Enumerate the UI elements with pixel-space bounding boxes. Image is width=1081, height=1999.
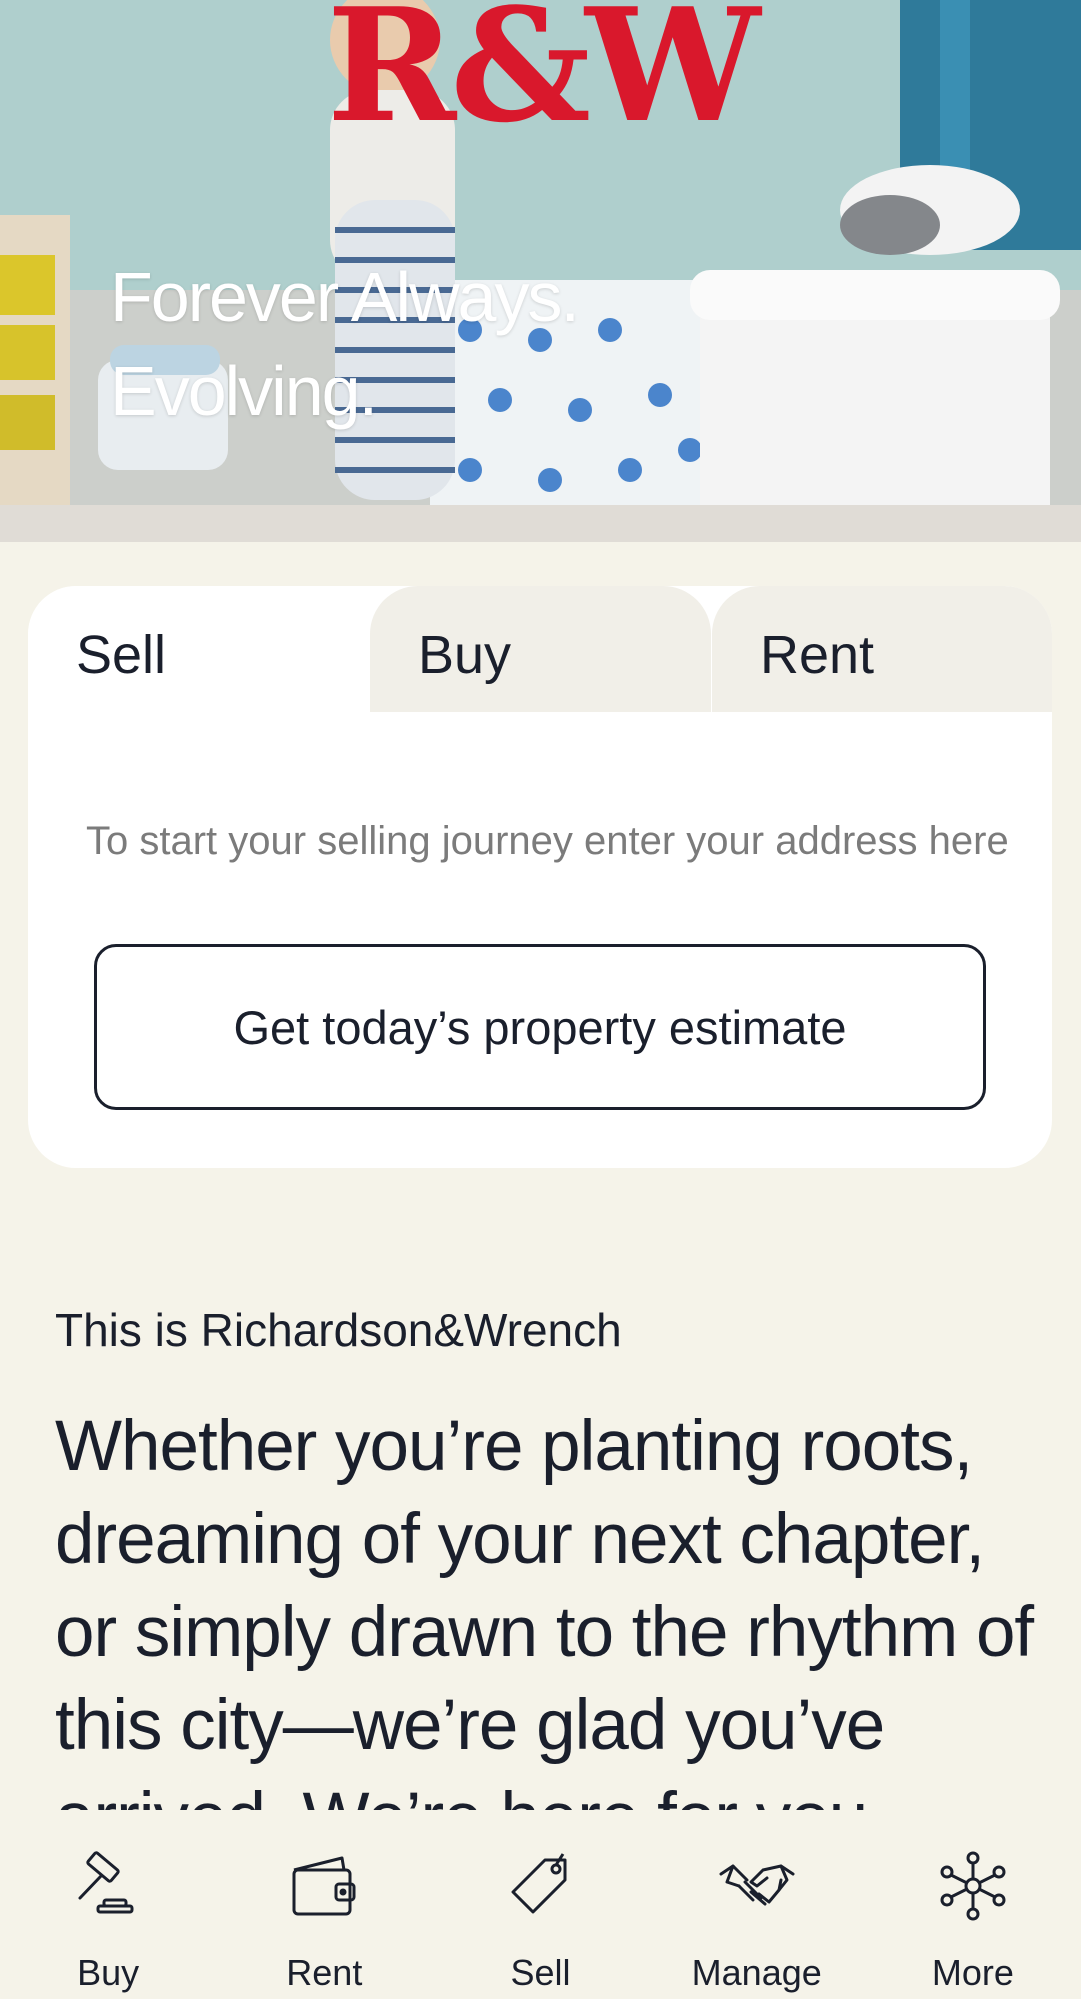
search-tabs: Sell Buy Rent bbox=[28, 586, 1052, 712]
nav-label-sell: Sell bbox=[510, 1952, 571, 1993]
property-search-card: Sell Buy Rent Get today’s property estim… bbox=[28, 586, 1052, 1168]
tagline-line-2: Evolving. bbox=[110, 352, 378, 430]
tab-sell[interactable]: Sell bbox=[28, 586, 369, 712]
nav-item-manage[interactable]: Manage bbox=[649, 1810, 865, 1999]
about-body: Whether you’re planting roots, dreaming … bbox=[55, 1407, 1034, 1858]
bottom-nav: Buy Rent Sell Manage More bbox=[0, 1810, 1081, 1999]
tab-rent[interactable]: Rent bbox=[712, 586, 1052, 712]
nav-label-rent: Rent bbox=[286, 1952, 363, 1993]
hero-tagline: Forever Always. Evolving. bbox=[110, 250, 580, 438]
nav-label-buy: Buy bbox=[77, 1952, 140, 1993]
network-icon bbox=[940, 1851, 1006, 1921]
nav-item-more[interactable]: More bbox=[865, 1810, 1081, 1999]
hero-banner: R&W Forever Always. Evolving. bbox=[0, 0, 1081, 542]
about-eyebrow: This is Richardson&Wrench bbox=[55, 1304, 622, 1356]
tagline-line-1: Forever Always. bbox=[110, 258, 580, 336]
nav-label-manage: Manage bbox=[691, 1952, 822, 1993]
gavel-icon bbox=[78, 1851, 134, 1914]
nav-label-more: More bbox=[931, 1952, 1014, 1993]
nav-item-rent[interactable]: Rent bbox=[216, 1810, 432, 1999]
get-estimate-button[interactable]: Get today’s property estimate bbox=[94, 944, 986, 1110]
wallet-icon bbox=[292, 1856, 356, 1916]
tab-buy[interactable]: Buy bbox=[370, 586, 711, 712]
nav-item-sell[interactable]: Sell bbox=[432, 1810, 648, 1999]
brand-logo[interactable]: R&W bbox=[0, 0, 1081, 144]
handshake-icon bbox=[719, 1864, 795, 1906]
address-input[interactable] bbox=[86, 806, 1026, 876]
nav-item-buy[interactable]: Buy bbox=[0, 1810, 216, 1999]
price-tag-icon bbox=[511, 1853, 566, 1914]
